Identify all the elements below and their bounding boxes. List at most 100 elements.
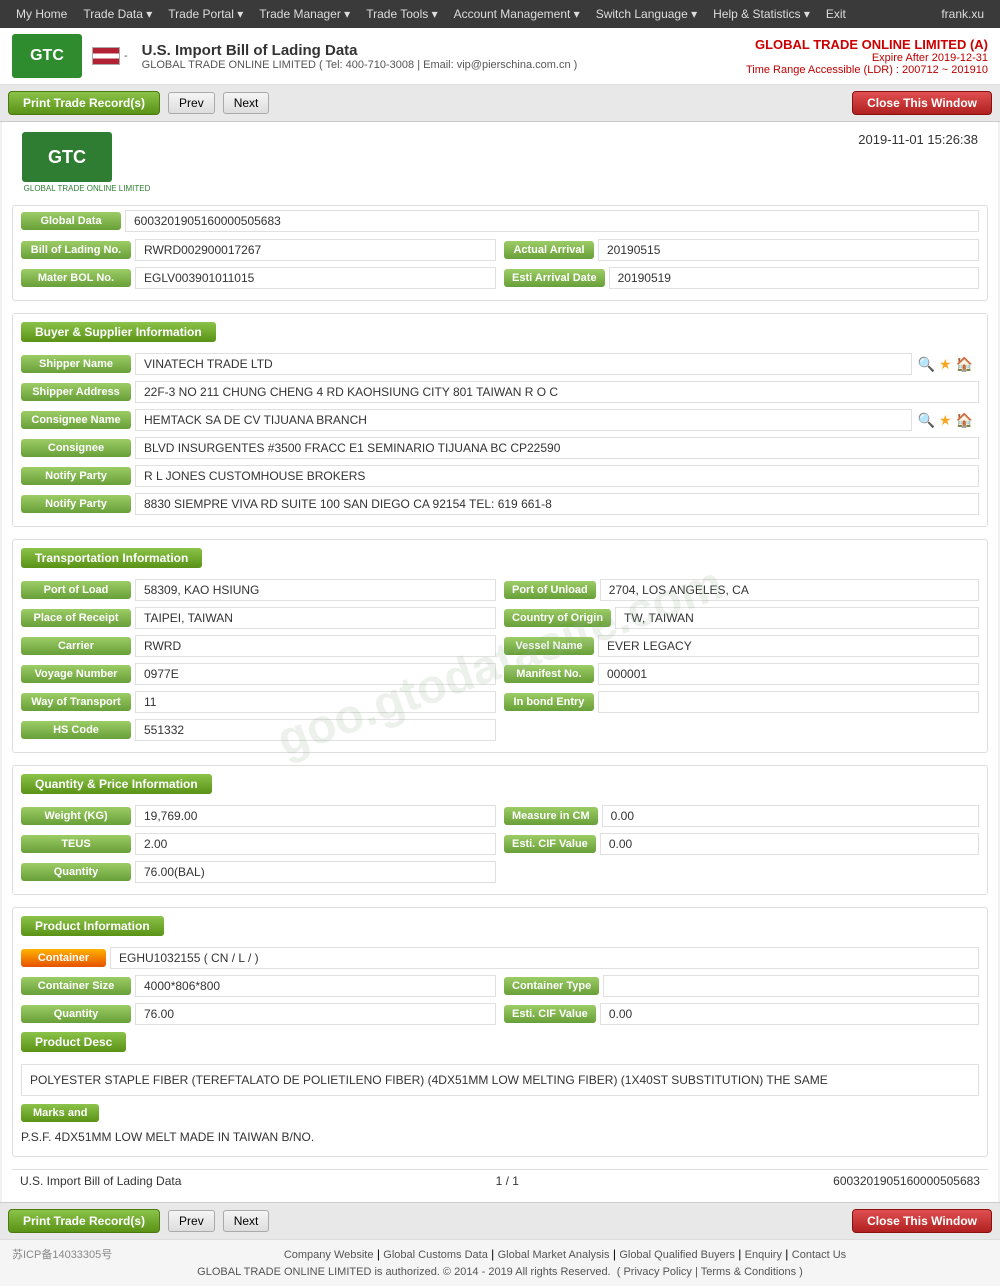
doc-logo-box: GTC bbox=[22, 132, 112, 182]
header-bar: GTC - U.S. Import Bill of Lading Data GL… bbox=[0, 28, 1000, 85]
footer-link-contact[interactable]: Contact Us bbox=[792, 1249, 846, 1261]
footer-link-market[interactable]: Global Market Analysis bbox=[498, 1249, 610, 1261]
quantity-value-qp: 76.00(BAL) bbox=[135, 861, 496, 883]
port-of-unload-value: 2704, LOS ANGELES, CA bbox=[600, 579, 979, 601]
footer-privacy-link[interactable]: Privacy Policy bbox=[623, 1266, 691, 1278]
top-toolbar: Print Trade Record(s) Prev Next Close Th… bbox=[0, 85, 1000, 122]
footer-link-enquiry[interactable]: Enquiry bbox=[745, 1249, 782, 1261]
voyage-number-value: 0977E bbox=[135, 663, 496, 685]
shipper-name-icons: 🔍 ★ 🏠 bbox=[912, 354, 979, 375]
nav-tradeportal[interactable]: Trade Portal ▾ bbox=[160, 7, 251, 21]
port-of-unload-label: Port of Unload bbox=[504, 581, 596, 599]
notify-party-label2: Notify Party bbox=[21, 495, 131, 513]
buyer-supplier-section: Buyer & Supplier Information Shipper Nam… bbox=[12, 313, 988, 527]
nav-user: frank.xu bbox=[933, 7, 992, 21]
notify-party-label1: Notify Party bbox=[21, 467, 131, 485]
bol-row: Bill of Lading No. RWRD002900017267 Actu… bbox=[13, 236, 987, 264]
voyage-manifest-row: Voyage Number 0977E Manifest No. 000001 bbox=[13, 660, 987, 688]
close-button-top[interactable]: Close This Window bbox=[852, 91, 992, 115]
print-button-top[interactable]: Print Trade Record(s) bbox=[8, 91, 160, 115]
global-data-section: Global Data 6003201905160000505683 Bill … bbox=[12, 205, 988, 301]
icp-number: 苏ICP备14033305号 bbox=[12, 1246, 142, 1262]
nav-trademanager[interactable]: Trade Manager ▾ bbox=[251, 7, 358, 21]
transportation-title: Transportation Information bbox=[21, 548, 202, 568]
esti-arrival-label: Esti Arrival Date bbox=[504, 269, 605, 287]
consignee-row: Consignee BLVD INSURGENTES #3500 FRACC E… bbox=[13, 434, 987, 462]
doc-logo-sub: GLOBAL TRADE ONLINE LIMITED bbox=[22, 184, 152, 193]
measure-value: 0.00 bbox=[602, 805, 979, 827]
consignee-star-icon[interactable]: ★ bbox=[939, 412, 952, 429]
flag-separator: - bbox=[124, 50, 128, 62]
footer-terms-link[interactable]: Terms & Conditions bbox=[701, 1266, 796, 1278]
nav-accountmanagement[interactable]: Account Management ▾ bbox=[446, 7, 588, 21]
measure-label: Measure in CM bbox=[504, 807, 598, 825]
star-icon[interactable]: ★ bbox=[939, 356, 952, 373]
container-type-label: Container Type bbox=[504, 977, 599, 995]
shipper-address-value: 22F-3 NO 211 CHUNG CHENG 4 RD KAOHSIUNG … bbox=[135, 381, 979, 403]
doc-footer-id: 6003201905160000505683 bbox=[833, 1174, 980, 1188]
document-header: GTC GLOBAL TRADE ONLINE LIMITED 2019-11-… bbox=[12, 132, 988, 193]
esti-cif-label-pi: Esti. CIF Value bbox=[504, 1005, 596, 1023]
doc-footer-page: 1 / 1 bbox=[496, 1174, 519, 1188]
consignee-search-icon[interactable]: 🔍 bbox=[918, 412, 935, 429]
teus-cif-row: TEUS 2.00 Esti. CIF Value 0.00 bbox=[13, 830, 987, 858]
site-title: U.S. Import Bill of Lading Data GLOBAL T… bbox=[142, 42, 578, 71]
footer-link-customs[interactable]: Global Customs Data bbox=[383, 1249, 488, 1261]
country-of-origin-value: TW, TAIWAN bbox=[615, 607, 979, 629]
nav-myhome[interactable]: My Home bbox=[8, 7, 75, 21]
close-button-bottom[interactable]: Close This Window bbox=[852, 1209, 992, 1233]
nav-tradetools[interactable]: Trade Tools ▾ bbox=[358, 7, 445, 21]
product-info-section: Product Information Container EGHU103215… bbox=[12, 907, 988, 1157]
print-button-bottom[interactable]: Print Trade Record(s) bbox=[8, 1209, 160, 1233]
prev-button-top[interactable]: Prev bbox=[168, 92, 215, 114]
transport-bond-row: Way of Transport 11 In bond Entry bbox=[13, 688, 987, 716]
product-desc-title: Product Desc bbox=[21, 1032, 126, 1052]
nav-switchlanguage[interactable]: Switch Language ▾ bbox=[588, 7, 705, 21]
carrier-vessel-row: Carrier RWRD Vessel Name EVER LEGACY bbox=[13, 632, 987, 660]
manifest-no-value: 000001 bbox=[598, 663, 979, 685]
nav-exit[interactable]: Exit bbox=[818, 7, 854, 21]
consignee-name-value: HEMTACK SA DE CV TIJUANA BRANCH bbox=[135, 409, 912, 431]
shipper-name-label: Shipper Name bbox=[21, 355, 131, 373]
next-button-top[interactable]: Next bbox=[223, 92, 270, 114]
quantity-label-qp: Quantity bbox=[21, 863, 131, 881]
copyright-text: GLOBAL TRADE ONLINE LIMITED is authorize… bbox=[197, 1266, 610, 1278]
quantity-value-pi: 76.00 bbox=[135, 1003, 496, 1025]
prev-button-bottom[interactable]: Prev bbox=[168, 1210, 215, 1232]
way-of-transport-value: 11 bbox=[135, 691, 496, 713]
master-bol-label: Mater BOL No. bbox=[21, 269, 131, 287]
product-info-title: Product Information bbox=[21, 916, 164, 936]
port-of-load-value: 58309, KAO HSIUNG bbox=[135, 579, 496, 601]
esti-cif-label-qp: Esti. CIF Value bbox=[504, 835, 596, 853]
marks-label: Marks and bbox=[21, 1104, 99, 1122]
doc-footer-left: U.S. Import Bill of Lading Data bbox=[20, 1174, 181, 1188]
shipper-name-value: VINATECH TRADE LTD bbox=[135, 353, 912, 375]
esti-cif-value-pi: 0.00 bbox=[600, 1003, 979, 1025]
place-of-receipt-label: Place of Receipt bbox=[21, 609, 131, 627]
home-icon[interactable]: 🏠 bbox=[956, 356, 973, 373]
nav-tradedata[interactable]: Trade Data ▾ bbox=[75, 7, 160, 21]
footer-link-company[interactable]: Company Website bbox=[284, 1249, 374, 1261]
quantity-price-title: Quantity & Price Information bbox=[21, 774, 212, 794]
receipt-origin-row: Place of Receipt TAIPEI, TAIWAN Country … bbox=[13, 604, 987, 632]
notify-party-value1: R L JONES CUSTOMHOUSE BROKERS bbox=[135, 465, 979, 487]
weight-value: 19,769.00 bbox=[135, 805, 496, 827]
consignee-name-label: Consignee Name bbox=[21, 411, 131, 429]
shipper-address-row: Shipper Address 22F-3 NO 211 CHUNG CHENG… bbox=[13, 378, 987, 406]
search-icon[interactable]: 🔍 bbox=[918, 356, 935, 373]
nav-helpstatistics[interactable]: Help & Statistics ▾ bbox=[705, 7, 818, 21]
bol-label: Bill of Lading No. bbox=[21, 241, 131, 259]
footer-icp-row: 苏ICP备14033305号 Company Website | Global … bbox=[0, 1244, 1000, 1264]
header-right: GLOBAL TRADE ONLINE LIMITED (A) Expire A… bbox=[746, 37, 988, 76]
consignee-home-icon[interactable]: 🏠 bbox=[956, 412, 973, 429]
consignee-label: Consignee bbox=[21, 439, 131, 457]
footer-link-buyers[interactable]: Global Qualified Buyers bbox=[619, 1249, 735, 1261]
hs-code-row: HS Code 551332 bbox=[13, 716, 987, 744]
bol-value: RWRD002900017267 bbox=[135, 239, 496, 261]
doc-timestamp: 2019-11-01 15:26:38 bbox=[858, 132, 978, 147]
top-navigation: My Home Trade Data ▾ Trade Portal ▾ Trad… bbox=[0, 0, 1000, 28]
container-label: Container bbox=[21, 949, 106, 967]
next-button-bottom[interactable]: Next bbox=[223, 1210, 270, 1232]
container-size-value: 4000*806*800 bbox=[135, 975, 496, 997]
quantity-cif-product-row: Quantity 76.00 Esti. CIF Value 0.00 bbox=[13, 1000, 987, 1028]
